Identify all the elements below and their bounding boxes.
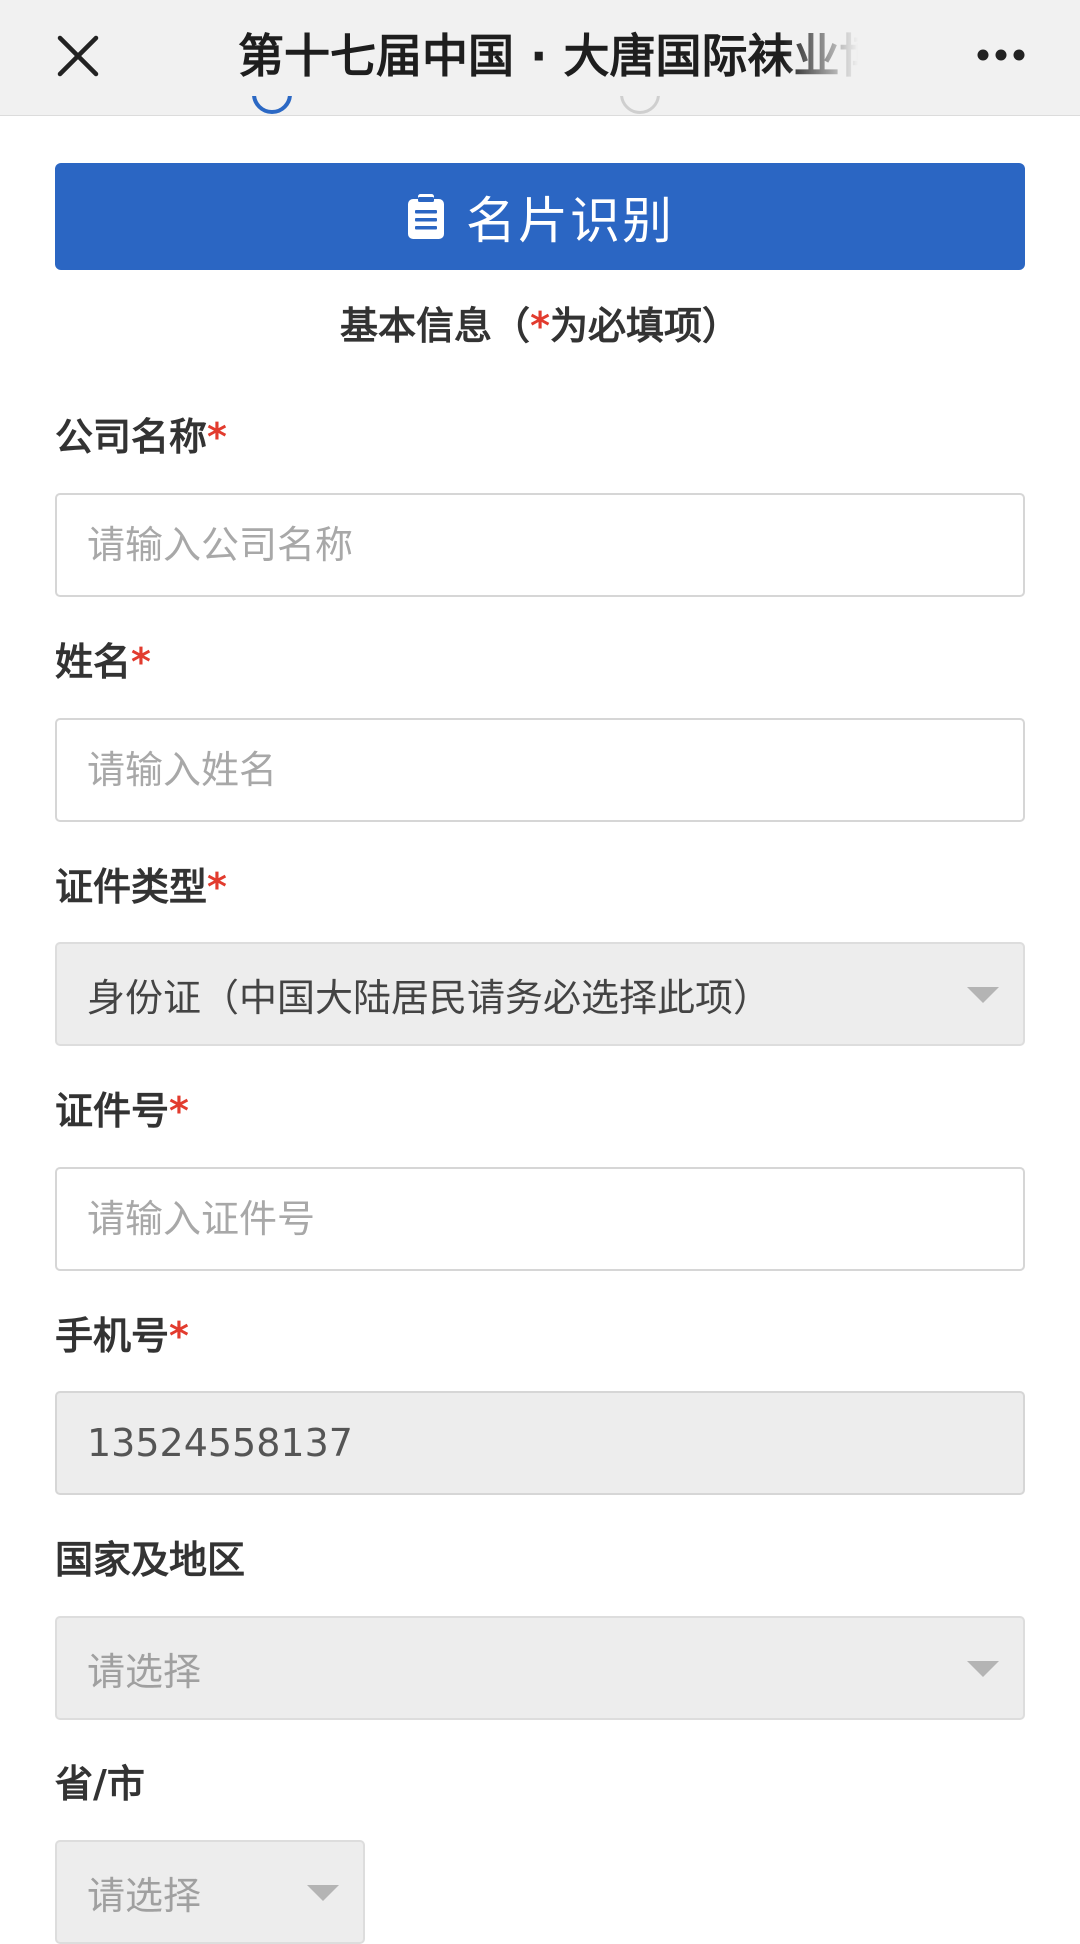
section-heading-prefix: 基本信息（ — [340, 304, 531, 348]
section-heading: 基本信息（*为必填项） — [0, 296, 1080, 356]
id-number-input[interactable] — [55, 1167, 1025, 1271]
id-type-label: 证件类型* — [55, 861, 227, 913]
required-star: * — [530, 304, 550, 348]
required-star: * — [169, 1089, 189, 1133]
required-star: * — [207, 415, 227, 459]
name-input[interactable] — [55, 718, 1025, 822]
province-city-selected-value: 请选择 — [87, 1873, 202, 1918]
more-horizontal-icon[interactable] — [972, 40, 1060, 70]
province-city-label: 省/市 — [55, 1762, 145, 1806]
section-heading-suffix: 为必填项） — [549, 304, 740, 348]
required-star: * — [169, 1314, 189, 1358]
required-star: * — [131, 640, 151, 684]
required-star: * — [207, 865, 227, 909]
chevron-down-icon — [967, 1661, 999, 1677]
company-name-label: 公司名称* — [55, 411, 227, 463]
page-title: 第十七届中国 · 大唐国际袜业博览会 — [238, 29, 858, 83]
country-region-selected-value: 请选择 — [87, 1649, 202, 1694]
top-nav-bar: 第十七届中国 · 大唐国际袜业博览会 — [0, 0, 1080, 116]
company-name-input[interactable] — [55, 493, 1025, 597]
id-type-label-text: 证件类型 — [55, 865, 208, 909]
phone-label: 手机号* — [55, 1310, 189, 1362]
close-icon[interactable] — [52, 30, 104, 82]
clipboard-icon — [406, 193, 446, 240]
id-type-select[interactable]: 身份证（中国大陆居民请务必选择此项） — [55, 942, 1025, 1046]
chevron-down-icon — [307, 1885, 339, 1901]
id-number-label: 证件号* — [55, 1085, 189, 1137]
province-city-select[interactable]: 请选择 — [55, 1840, 365, 1944]
radio-option-selected[interactable] — [252, 96, 296, 120]
country-region-label: 国家及地区 — [55, 1538, 246, 1582]
phone-label-text: 手机号 — [55, 1314, 170, 1358]
country-region-select[interactable]: 请选择 — [55, 1616, 1025, 1720]
name-label: 姓名* — [55, 636, 151, 688]
id-type-selected-value: 身份证（中国大陆居民请务必选择此项） — [87, 975, 772, 1020]
business-card-scan-label: 名片识别 — [466, 191, 674, 250]
radio-option-unselected[interactable] — [620, 96, 664, 120]
id-number-label-text: 证件号 — [55, 1089, 170, 1133]
business-card-scan-button[interactable]: 名片识别 — [55, 163, 1025, 270]
chevron-down-icon — [967, 987, 999, 1003]
name-label-text: 姓名 — [55, 640, 132, 684]
phone-input[interactable] — [55, 1391, 1025, 1495]
company-name-label-text: 公司名称 — [55, 415, 208, 459]
